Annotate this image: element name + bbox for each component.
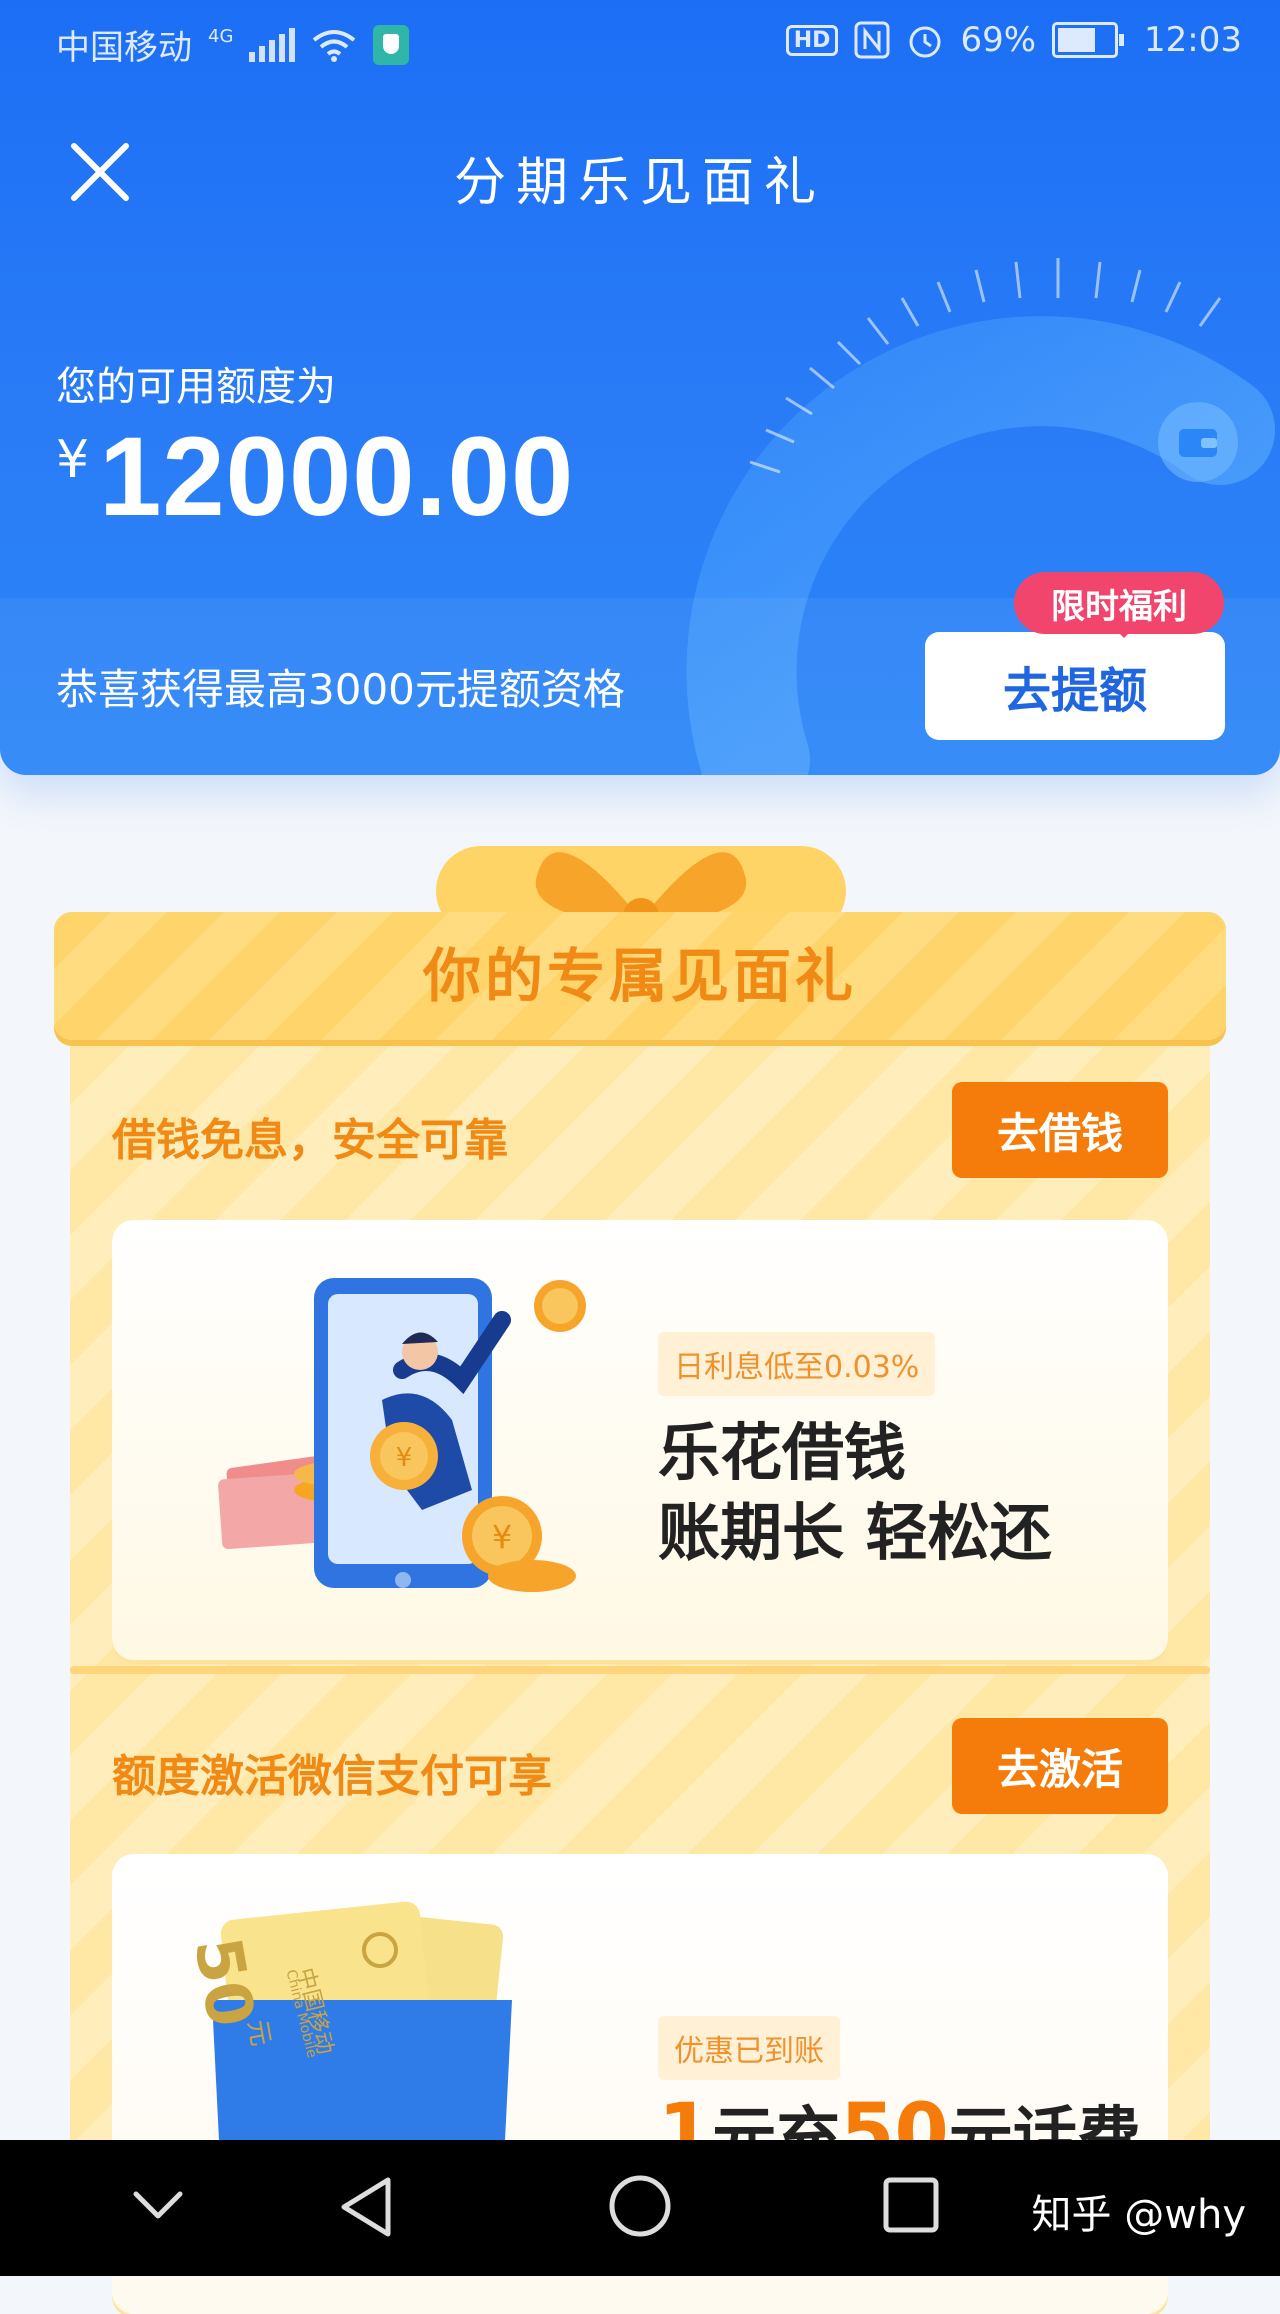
limited-time-badge: 限时福利 — [1014, 572, 1224, 638]
quota-number: 12000.00 — [99, 414, 575, 539]
quota-amount: ¥ 12000.00 — [56, 412, 574, 541]
phone-coin-illustration: ¥ ¥ — [218, 1278, 586, 1592]
loan-card[interactable]: ¥ ¥ 日利息低至0.03% 乐花借钱 账期长 轻松还 — [112, 1220, 1168, 1660]
battery-percent: 69% — [960, 20, 1037, 60]
status-bar: 中国移动 4G HD 69% 12:03 — [0, 0, 1280, 88]
wallet-icon — [1158, 402, 1238, 482]
loan-section-heading: 借钱免息，安全可靠 — [112, 1115, 508, 1166]
watermark: 知乎 @why — [1031, 2192, 1246, 2238]
currency-symbol: ¥ — [56, 430, 90, 490]
loan-title: 乐花借钱 — [658, 1416, 907, 1489]
recents-icon[interactable] — [882, 2176, 940, 2234]
interest-rate-tag: 日利息低至0.03% — [658, 1332, 936, 1396]
raise-limit-button[interactable]: 去提额 — [925, 632, 1225, 740]
clock: 12:03 — [1144, 20, 1242, 60]
hd-icon: HD — [785, 24, 839, 56]
battery-icon — [1052, 22, 1125, 58]
header-panel: 中国移动 4G HD 69% 12:03 分期乐见面礼 您的可用额度为 ¥ 12… — [0, 0, 1280, 775]
alarm-icon — [909, 26, 941, 58]
promo-text: 恭喜获得最高3000元提额资格 — [56, 665, 625, 714]
nfc-icon — [854, 21, 890, 59]
svg-text:¥: ¥ — [396, 1443, 413, 1473]
section-divider — [70, 1666, 1210, 1674]
card-amount: 50 — [179, 1932, 268, 2033]
chevron-down-icon[interactable] — [132, 2190, 184, 2222]
network-label: 4G — [208, 26, 234, 47]
security-shield-icon — [373, 24, 410, 65]
activate-button[interactable]: 去激活 — [952, 1718, 1168, 1814]
svg-text:¥: ¥ — [492, 1518, 512, 1556]
activate-section-heading: 额度激活微信支付可享 — [112, 1751, 552, 1802]
gift-title: 你的专属见面礼 — [422, 942, 857, 1010]
home-icon[interactable] — [608, 2174, 672, 2238]
borrow-button[interactable]: 去借钱 — [952, 1082, 1168, 1178]
page-title: 分期乐见面礼 — [453, 153, 826, 213]
signal-icon — [249, 27, 296, 62]
quota-label: 您的可用额度为 — [56, 364, 336, 410]
system-nav-bar: 知乎 @why — [0, 2140, 1280, 2276]
carrier-label: 中国移动 — [56, 28, 192, 68]
offer-status-tag: 优惠已到账 — [658, 2016, 840, 2080]
back-icon[interactable] — [338, 2176, 394, 2238]
wifi-icon — [313, 29, 356, 62]
loan-subtitle: 账期长 轻松还 — [658, 1496, 1052, 1569]
